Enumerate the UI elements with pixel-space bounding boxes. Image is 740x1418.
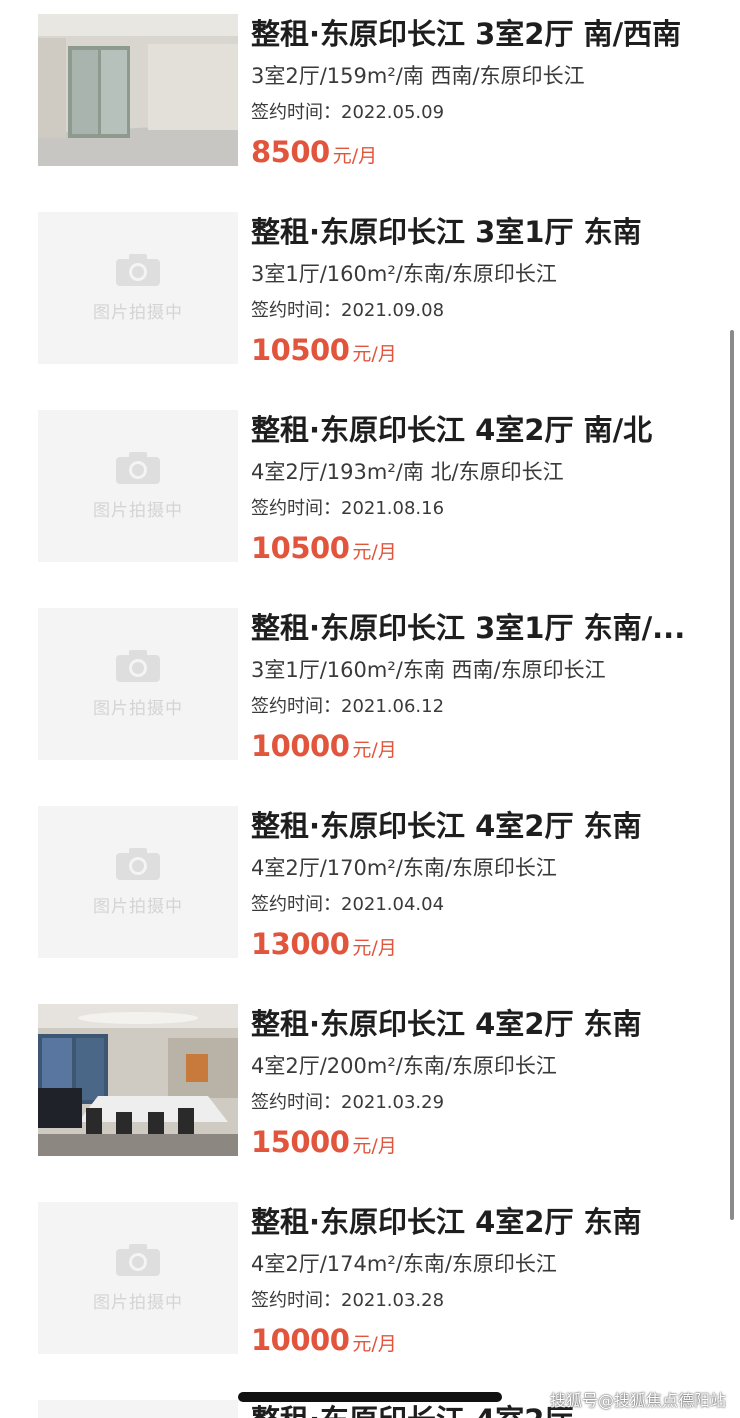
camera-icon	[116, 1244, 160, 1276]
dining-room-photo	[38, 1004, 238, 1156]
price-unit: 元/月	[352, 343, 397, 365]
date-value: 2021.03.28	[341, 1290, 445, 1311]
price-unit: 元/月	[352, 1135, 397, 1157]
price-value: 10000	[251, 1323, 350, 1357]
placeholder-text: 图片拍摄中	[93, 897, 183, 917]
date-label: 签约时间：	[251, 300, 341, 321]
listing-date-row: 签约时间：2021.03.29	[251, 1088, 444, 1118]
date-value: 2021.09.08	[341, 300, 445, 321]
camera-icon	[116, 848, 160, 880]
price-unit: 元/月	[352, 1333, 397, 1355]
date-value: 2021.06.12	[341, 696, 445, 717]
listing-date-row: 签约时间：2022.05.09	[251, 98, 444, 128]
listing-title[interactable]: 整租·东原印长江 4室2厅 东南	[251, 1004, 711, 1044]
price-value: 8500	[251, 135, 330, 169]
listing-spec: 3室1厅/160m²/东南 西南/东原印长江	[251, 658, 606, 682]
listing-spec: 3室2厅/159m²/南 西南/东原印长江	[251, 64, 585, 88]
home-indicator[interactable]	[238, 1392, 502, 1402]
date-label: 签约时间：	[251, 894, 341, 915]
listing-card[interactable]: 整租·东原印长江 4室2厅 东南 4室2厅/200m²/东南/东原印长江 签约时…	[0, 990, 740, 1188]
listing-spec: 4室2厅/170m²/东南/东原印长江	[251, 856, 557, 880]
listing-photo-placeholder: 图片拍摄中	[38, 806, 238, 958]
listing-title[interactable]: 整租·东原印长江 4室2厅 东南	[251, 1202, 711, 1242]
date-value: 2022.05.09	[341, 102, 445, 123]
listing-date-row: 签约时间：2021.03.28	[251, 1286, 444, 1316]
listing-spec: 4室2厅/174m²/东南/东原印长江	[251, 1252, 557, 1276]
listing-card[interactable]: 图片拍摄中 整租·东原印长江 3室1厅 东南/... 3室1厅/160m²/东南…	[0, 594, 740, 792]
listing-photo-placeholder	[38, 1400, 238, 1418]
listing-photo	[38, 1004, 238, 1156]
listing-card[interactable]: 整租·东原印长江 3室2厅 南/西南 3室2厅/159m²/南 西南/东原印长江…	[0, 0, 740, 198]
listing-price-row: 8500 元/月	[251, 130, 377, 179]
date-value: 2021.03.29	[341, 1092, 445, 1113]
living-room-photo	[38, 14, 238, 166]
date-label: 签约时间：	[251, 696, 341, 717]
listing-title[interactable]: 整租·东原印长江 4室2厅 南/北	[251, 410, 711, 450]
price-unit: 元/月	[352, 739, 397, 761]
listing-spec: 3室1厅/160m²/东南/东原印长江	[251, 262, 557, 286]
placeholder-text: 图片拍摄中	[93, 699, 183, 719]
listing-date-row: 签约时间：2021.06.12	[251, 692, 444, 722]
placeholder-text: 图片拍摄中	[93, 501, 183, 521]
date-label: 签约时间：	[251, 1290, 341, 1311]
listing-date-row: 签约时间：2021.08.16	[251, 494, 444, 524]
price-value: 10500	[251, 333, 350, 367]
listing-price-row: 13000 元/月	[251, 922, 397, 971]
listing-card[interactable]: 图片拍摄中 整租·东原印长江 3室1厅 东南 3室1厅/160m²/东南/东原印…	[0, 198, 740, 396]
listing-photo-placeholder: 图片拍摄中	[38, 212, 238, 364]
placeholder-text: 图片拍摄中	[93, 303, 183, 323]
listing-date-row: 签约时间：2021.04.04	[251, 890, 444, 920]
listing-spec: 4室2厅/193m²/南 北/东原印长江	[251, 460, 564, 484]
listing-photo-placeholder: 图片拍摄中	[38, 1202, 238, 1354]
listing-price-row: 10500 元/月	[251, 328, 397, 377]
placeholder-text: 图片拍摄中	[93, 1293, 183, 1313]
listing-price-row: 10500 元/月	[251, 526, 397, 575]
listing-card[interactable]: 图片拍摄中 整租·东原印长江 4室2厅 东南 4室2厅/170m²/东南/东原印…	[0, 792, 740, 990]
scrollbar[interactable]	[730, 330, 734, 1220]
listing-card[interactable]: 图片拍摄中 整租·东原印长江 4室2厅 东南 4室2厅/174m²/东南/东原印…	[0, 1188, 740, 1386]
price-value: 10000	[251, 729, 350, 763]
listing-date-row: 签约时间：2021.09.08	[251, 296, 444, 326]
listing-price-row: 10000 元/月	[251, 1318, 397, 1367]
watermark-text: 搜狐号@搜狐焦点德阳站	[549, 1391, 726, 1410]
camera-icon	[116, 452, 160, 484]
price-value: 13000	[251, 927, 350, 961]
listing-title[interactable]: 整租·东原印长江 3室1厅 东南/...	[251, 608, 711, 648]
listing-price-row: 10000 元/月	[251, 724, 397, 773]
listing-photo-placeholder: 图片拍摄中	[38, 410, 238, 562]
camera-icon	[116, 650, 160, 682]
listing-price-row: 15000 元/月	[251, 1120, 397, 1169]
date-label: 签约时间：	[251, 498, 341, 519]
price-value: 15000	[251, 1125, 350, 1159]
price-unit: 元/月	[332, 145, 378, 167]
listing-title[interactable]: 整租·东原印长江 4室2厅 东南	[251, 806, 711, 846]
date-value: 2021.04.04	[341, 894, 445, 915]
date-label: 签约时间：	[251, 1092, 341, 1113]
price-value: 10500	[251, 531, 350, 565]
listing-title[interactable]: 整租·东原印长江 3室1厅 东南	[251, 212, 711, 252]
listing-title[interactable]: 整租·东原印长江 4室2厅	[251, 1400, 573, 1418]
listing-title[interactable]: 整租·东原印长江 3室2厅 南/西南	[251, 14, 711, 54]
price-unit: 元/月	[352, 541, 397, 563]
camera-icon	[116, 254, 160, 286]
listing-photo-placeholder: 图片拍摄中	[38, 608, 238, 760]
price-unit: 元/月	[352, 937, 397, 959]
date-value: 2021.08.16	[341, 498, 445, 519]
listing-card[interactable]: 图片拍摄中 整租·东原印长江 4室2厅 南/北 4室2厅/193m²/南 北/东…	[0, 396, 740, 594]
listing-spec: 4室2厅/200m²/东南/东原印长江	[251, 1054, 557, 1078]
date-label: 签约时间：	[251, 102, 341, 123]
listing-photo	[38, 14, 238, 166]
